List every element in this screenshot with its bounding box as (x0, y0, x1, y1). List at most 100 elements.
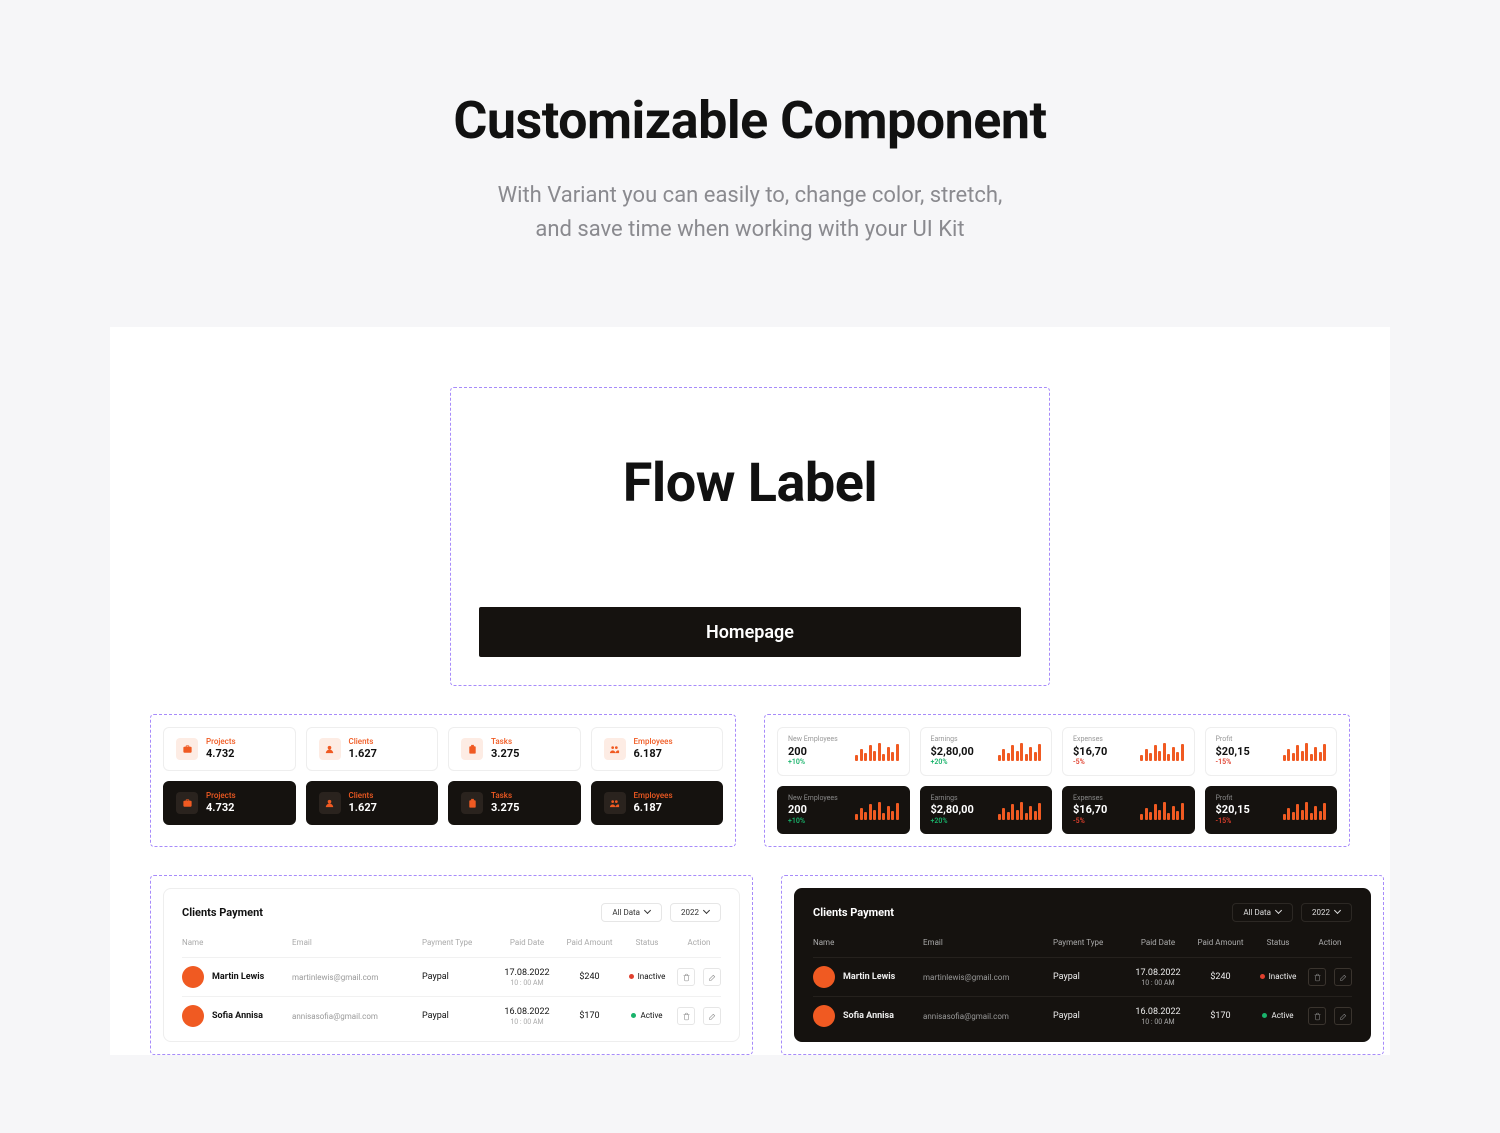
stat-label: Clients (349, 792, 377, 801)
paid-time: 10 : 00 AM (510, 1018, 543, 1026)
metric-label: New Employees (788, 795, 838, 803)
payment-type: Paypal (1053, 1011, 1123, 1021)
table-row[interactable]: Sofia Annisaannisasofia@gmail.comPaypal1… (182, 996, 721, 1035)
client-email: annisasofia@gmail.com (923, 1012, 1053, 1021)
page-title: Customizable Component (0, 90, 1500, 151)
stat-card-projects[interactable]: Projects4.732 (163, 781, 296, 825)
paid-time: 10 : 00 AM (1141, 979, 1174, 987)
table-header: NameEmailPayment TypePaid DatePaid Amoun… (813, 934, 1352, 957)
metric-change: -15% (1216, 818, 1250, 826)
filter-year-dropdown[interactable]: 2022 (670, 903, 721, 922)
client-email: martinlewis@gmail.com (923, 973, 1053, 982)
filter-data-dropdown[interactable]: All Data (601, 903, 662, 922)
people-icon (604, 738, 626, 760)
client-name: Martin Lewis (843, 972, 895, 982)
stat-card-employees[interactable]: Employees6.187 (591, 781, 724, 825)
table-row[interactable]: Sofia Annisaannisasofia@gmail.comPaypal1… (813, 996, 1352, 1035)
table-header: NameEmailPayment TypePaid DatePaid Amoun… (182, 934, 721, 957)
stat-cards-frame[interactable]: Projects4.732Clients1.627Tasks3.275Emplo… (150, 714, 736, 847)
metric-label: New Employees (788, 736, 838, 744)
paid-time: 10 : 00 AM (510, 979, 543, 987)
stat-card-clients[interactable]: Clients1.627 (306, 727, 439, 771)
stat-value: 3.275 (491, 801, 519, 814)
metric-card-profit[interactable]: Profit$20,15-15% (1205, 727, 1338, 776)
delete-button[interactable] (1308, 1007, 1326, 1025)
stat-card-projects[interactable]: Projects4.732 (163, 727, 296, 771)
avatar (182, 1005, 204, 1027)
metric-change: -5% (1073, 818, 1107, 826)
delete-button[interactable] (677, 968, 695, 986)
metric-card-expenses[interactable]: Expenses$16,70-5% (1062, 727, 1195, 776)
stat-card-clients[interactable]: Clients1.627 (306, 781, 439, 825)
paid-date: 16.08.2022 (504, 1007, 549, 1018)
client-email: annisasofia@gmail.com (292, 1012, 422, 1021)
table-row[interactable]: Martin Lewis martinlewis@gmail.comPaypal 1… (813, 957, 1352, 996)
metric-card-earnings[interactable]: Earnings$2,80,00+20% (920, 727, 1053, 776)
sparkline-chart (1140, 741, 1184, 761)
avatar (813, 1005, 835, 1027)
metric-value: 200 (788, 803, 838, 816)
payment-table-dark-frame[interactable]: Clients Payment All Data 2022 NameEmailPaym… (781, 875, 1384, 1055)
preview-canvas: Flow Label Homepage Projects4.732Clients… (110, 327, 1390, 1055)
delete-button[interactable] (677, 1007, 695, 1025)
edit-button[interactable] (703, 968, 721, 986)
client-name: Sofia Annisa (212, 1011, 263, 1021)
metric-value: $16,70 (1073, 745, 1107, 758)
clipboard-icon (461, 792, 483, 814)
stat-label: Employees (634, 792, 673, 801)
payment-table-light-frame[interactable]: Clients PaymentAll Data2022NameEmailPaym… (150, 875, 753, 1055)
sparkline-chart (998, 800, 1042, 820)
metric-value: $16,70 (1073, 803, 1107, 816)
stat-value: 1.627 (349, 747, 377, 760)
edit-button[interactable] (1334, 968, 1352, 986)
homepage-button[interactable]: Homepage (479, 607, 1021, 657)
metric-change: +10% (788, 818, 838, 826)
metric-value: 200 (788, 745, 838, 758)
filter-data-dropdown[interactable]: All Data (1232, 903, 1293, 922)
sparkline-chart (1283, 800, 1327, 820)
payment-type: Paypal (1053, 972, 1123, 982)
sparkline-chart (855, 800, 899, 820)
metric-value: $20,15 (1216, 803, 1250, 816)
chevron-down-icon (704, 910, 710, 916)
filter-year-dropdown[interactable]: 2022 (1301, 903, 1352, 922)
stat-label: Tasks (491, 738, 519, 747)
metric-value: $2,80,00 (931, 803, 974, 816)
metric-card-new-employees[interactable]: New Employees200 +10% (777, 786, 910, 835)
stat-label: Projects (206, 738, 236, 747)
metric-label: Profit (1216, 736, 1250, 744)
stat-card-tasks[interactable]: Tasks3.275 (448, 727, 581, 771)
stat-card-employees[interactable]: Employees6.187 (591, 727, 724, 771)
hero-section: Customizable Component With Variant you … (0, 0, 1500, 297)
status-badge: Inactive (629, 972, 666, 981)
table-title: Clients Payment (813, 906, 894, 919)
users-icon (319, 738, 341, 760)
metric-label: Expenses (1073, 736, 1107, 744)
chevron-down-icon (1335, 910, 1341, 916)
paid-date: 17.08.2022 (504, 968, 549, 979)
chevron-down-icon (645, 910, 651, 916)
status-badge: Active (1262, 1011, 1293, 1020)
metric-label: Expenses (1073, 795, 1107, 803)
paid-date: 17.08.2022 (1135, 968, 1180, 979)
stat-card-tasks[interactable]: Tasks3.275 (448, 781, 581, 825)
edit-button[interactable] (703, 1007, 721, 1025)
stat-label: Tasks (491, 792, 519, 801)
metric-card-new-employees[interactable]: New Employees200+10% (777, 727, 910, 776)
metric-card-earnings[interactable]: Earnings$2,80,00+20% (920, 786, 1053, 835)
stat-value: 1.627 (349, 801, 377, 814)
metric-card-profit[interactable]: Profit$20,15-15% (1205, 786, 1338, 835)
people-icon (604, 792, 626, 814)
stat-label: Clients (349, 738, 377, 747)
flow-label-frame[interactable]: Flow Label Homepage (450, 387, 1050, 686)
edit-button[interactable] (1334, 1007, 1352, 1025)
metric-card-expenses[interactable]: Expenses$16,70 -5% (1062, 786, 1195, 835)
metric-change: -5% (1073, 759, 1107, 767)
table-row[interactable]: Martin Lewismartinlewis@gmail.comPaypal1… (182, 957, 721, 996)
delete-button[interactable] (1308, 968, 1326, 986)
paid-time: 10 : 00 AM (1141, 1018, 1174, 1026)
sparkline-chart (998, 741, 1042, 761)
metric-cards-frame[interactable]: New Employees200+10%Earnings$2,80,00+20%… (764, 714, 1350, 847)
chevron-down-icon (1276, 910, 1282, 916)
stat-value: 3.275 (491, 747, 519, 760)
